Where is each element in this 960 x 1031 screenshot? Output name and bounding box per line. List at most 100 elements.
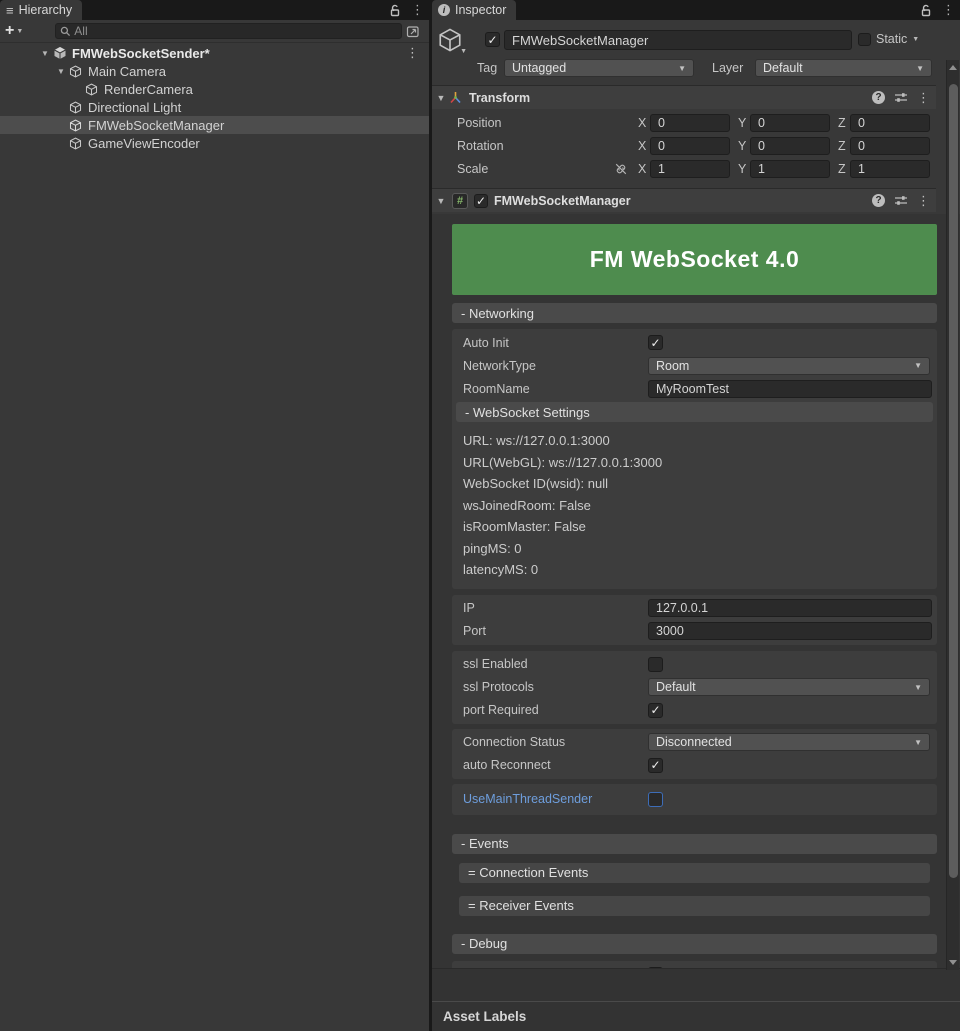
- axis-x-label: X: [638, 139, 650, 153]
- info-url-webgl: URL(WebGL): ws://127.0.0.1:3000: [463, 452, 933, 474]
- address-group: IP 127.0.0.1 Port 3000: [452, 595, 937, 645]
- foldout-open-icon[interactable]: ▼: [38, 49, 52, 58]
- tab-hierarchy[interactable]: ≡ Hierarchy: [0, 0, 82, 20]
- rotation-y-field[interactable]: 0: [750, 137, 830, 155]
- presets-icon[interactable]: [894, 194, 908, 207]
- connection-status-label: Connection Status: [463, 735, 648, 749]
- foldout-open-icon[interactable]: ▼: [434, 93, 448, 103]
- inspector-kebab-icon[interactable]: ⋮: [937, 0, 960, 20]
- section-websocket-settings[interactable]: - WebSocket Settings: [456, 402, 933, 422]
- hierarchy-row-main-camera[interactable]: ▼ Main Camera: [0, 62, 429, 80]
- component-header[interactable]: ▼ # ✓ FMWebSocketManager ? ⋮: [432, 188, 936, 212]
- gameobject-cube-icon: [84, 82, 99, 96]
- section-events[interactable]: - Events: [452, 834, 937, 854]
- section-debug[interactable]: - Debug: [452, 934, 937, 954]
- chevron-down-icon: ▼: [914, 738, 922, 747]
- scale-row: Scale X 1 Y 1 Z 1: [432, 157, 936, 180]
- foldout-open-icon[interactable]: ▼: [54, 67, 68, 76]
- connection-status-dropdown[interactable]: Disconnected ▼: [648, 733, 930, 751]
- hierarchy-tree: ▼ FMWebSocketSender* ⋮ ▼ Main Camera Ren…: [0, 44, 429, 152]
- presets-icon[interactable]: [894, 91, 908, 104]
- hierarchy-row-rendercamera[interactable]: RenderCamera: [0, 80, 429, 98]
- scale-x-field[interactable]: 1: [650, 160, 730, 178]
- search-window-icon[interactable]: [406, 25, 420, 38]
- network-type-label: NetworkType: [463, 359, 648, 373]
- network-type-dropdown[interactable]: Room ▼: [648, 357, 930, 375]
- static-dropdown-caret-icon[interactable]: ▼: [912, 36, 923, 43]
- ssl-enabled-label: ssl Enabled: [463, 657, 648, 671]
- hierarchy-row-scene[interactable]: ▼ FMWebSocketSender* ⋮: [0, 44, 429, 62]
- hierarchy-row-gameviewencoder[interactable]: GameViewEncoder: [0, 134, 429, 152]
- inspector-tab-label: Inspector: [455, 3, 506, 17]
- gameobject-label: FMWebSocketManager: [88, 118, 224, 133]
- component-body: FM WebSocket 4.0 - Networking Auto Init …: [432, 214, 960, 968]
- axis-y-label: Y: [738, 139, 750, 153]
- tag-dropdown[interactable]: Untagged ▼: [504, 59, 694, 77]
- axis-x-label: X: [638, 116, 650, 130]
- create-plus-button[interactable]: +: [0, 23, 16, 39]
- auto-reconnect-checkbox[interactable]: ✓: [648, 758, 663, 773]
- rotation-z-field[interactable]: 0: [850, 137, 930, 155]
- room-name-label: RoomName: [463, 382, 648, 396]
- gameobject-cube-icon: [68, 118, 83, 132]
- transform-kebab-icon[interactable]: ⋮: [917, 90, 930, 106]
- ip-label: IP: [463, 601, 648, 615]
- hierarchy-tab-label: Hierarchy: [19, 3, 73, 17]
- use-main-thread-sender-row: UseMainThreadSender ✓: [452, 788, 933, 811]
- section-receiver-events[interactable]: = Receiver Events: [459, 896, 930, 916]
- link-scale-icon[interactable]: [614, 162, 638, 176]
- footer-divider: [432, 1001, 960, 1002]
- connection-group: Connection Status Disconnected ▼ auto Re…: [452, 729, 937, 779]
- scale-z-field[interactable]: 1: [850, 160, 930, 178]
- scene-kebab-icon[interactable]: ⋮: [406, 44, 419, 62]
- transform-header[interactable]: ▼ Transform ? ⋮: [432, 85, 936, 109]
- search-placeholder: All: [74, 24, 87, 38]
- component-kebab-icon[interactable]: ⋮: [917, 193, 930, 209]
- gameobject-label: Main Camera: [88, 64, 166, 79]
- axis-z-label: Z: [838, 139, 850, 153]
- section-connection-events[interactable]: = Connection Events: [459, 863, 930, 883]
- foldout-open-icon[interactable]: ▼: [434, 196, 448, 206]
- search-icon: [60, 26, 71, 37]
- gameobject-icon[interactable]: ▼: [437, 27, 463, 53]
- position-z-field[interactable]: 0: [850, 114, 930, 132]
- inspector-lock-icon[interactable]: [915, 0, 937, 20]
- tab-inspector[interactable]: i Inspector: [432, 0, 516, 20]
- auto-init-checkbox[interactable]: ✓: [648, 335, 663, 350]
- ssl-enabled-checkbox[interactable]: ✓: [648, 657, 663, 672]
- help-icon[interactable]: ?: [872, 194, 885, 207]
- scroll-down-icon[interactable]: [947, 960, 959, 965]
- inspector-scrollbar[interactable]: [946, 60, 959, 970]
- hierarchy-search-input[interactable]: All: [55, 23, 402, 39]
- use-main-thread-sender-label: UseMainThreadSender: [463, 792, 648, 806]
- port-field[interactable]: 3000: [648, 622, 932, 640]
- hierarchy-tabbar: ≡ Hierarchy ⋮: [0, 0, 429, 20]
- scrollbar-thumb[interactable]: [949, 84, 958, 878]
- help-icon[interactable]: ?: [872, 91, 885, 104]
- position-x-field[interactable]: 0: [650, 114, 730, 132]
- gameobject-active-checkbox[interactable]: ✓: [485, 32, 500, 47]
- layer-dropdown[interactable]: Default ▼: [755, 59, 932, 77]
- create-dropdown-caret-icon[interactable]: ▼: [16, 28, 27, 35]
- component-enabled-checkbox[interactable]: ✓: [474, 194, 488, 208]
- scroll-up-icon[interactable]: [947, 65, 959, 70]
- port-required-checkbox[interactable]: ✓: [648, 703, 663, 718]
- static-checkbox[interactable]: ✓: [858, 33, 871, 46]
- ip-field[interactable]: 127.0.0.1: [648, 599, 932, 617]
- position-y-field[interactable]: 0: [750, 114, 830, 132]
- port-label: Port: [463, 624, 648, 638]
- hierarchy-row-directional-light[interactable]: Directional Light: [0, 98, 429, 116]
- connection-status-row: Connection Status Disconnected ▼: [452, 731, 933, 754]
- ssl-protocols-dropdown[interactable]: Default ▼: [648, 678, 930, 696]
- use-main-thread-sender-checkbox[interactable]: ✓: [648, 792, 663, 807]
- gameobject-name-field[interactable]: FMWebSocketManager: [504, 30, 852, 50]
- hierarchy-kebab-icon[interactable]: ⋮: [406, 0, 429, 20]
- hierarchy-lock-icon[interactable]: [384, 0, 406, 20]
- scale-y-field[interactable]: 1: [750, 160, 830, 178]
- auto-reconnect-row: auto Reconnect ✓: [452, 754, 933, 777]
- hierarchy-row-fmwebsocketmanager[interactable]: FMWebSocketManager: [0, 116, 429, 134]
- component-title: FMWebSocketManager: [494, 194, 631, 208]
- rotation-x-field[interactable]: 0: [650, 137, 730, 155]
- room-name-field[interactable]: MyRoomTest: [648, 380, 932, 398]
- section-networking[interactable]: - Networking: [452, 303, 937, 323]
